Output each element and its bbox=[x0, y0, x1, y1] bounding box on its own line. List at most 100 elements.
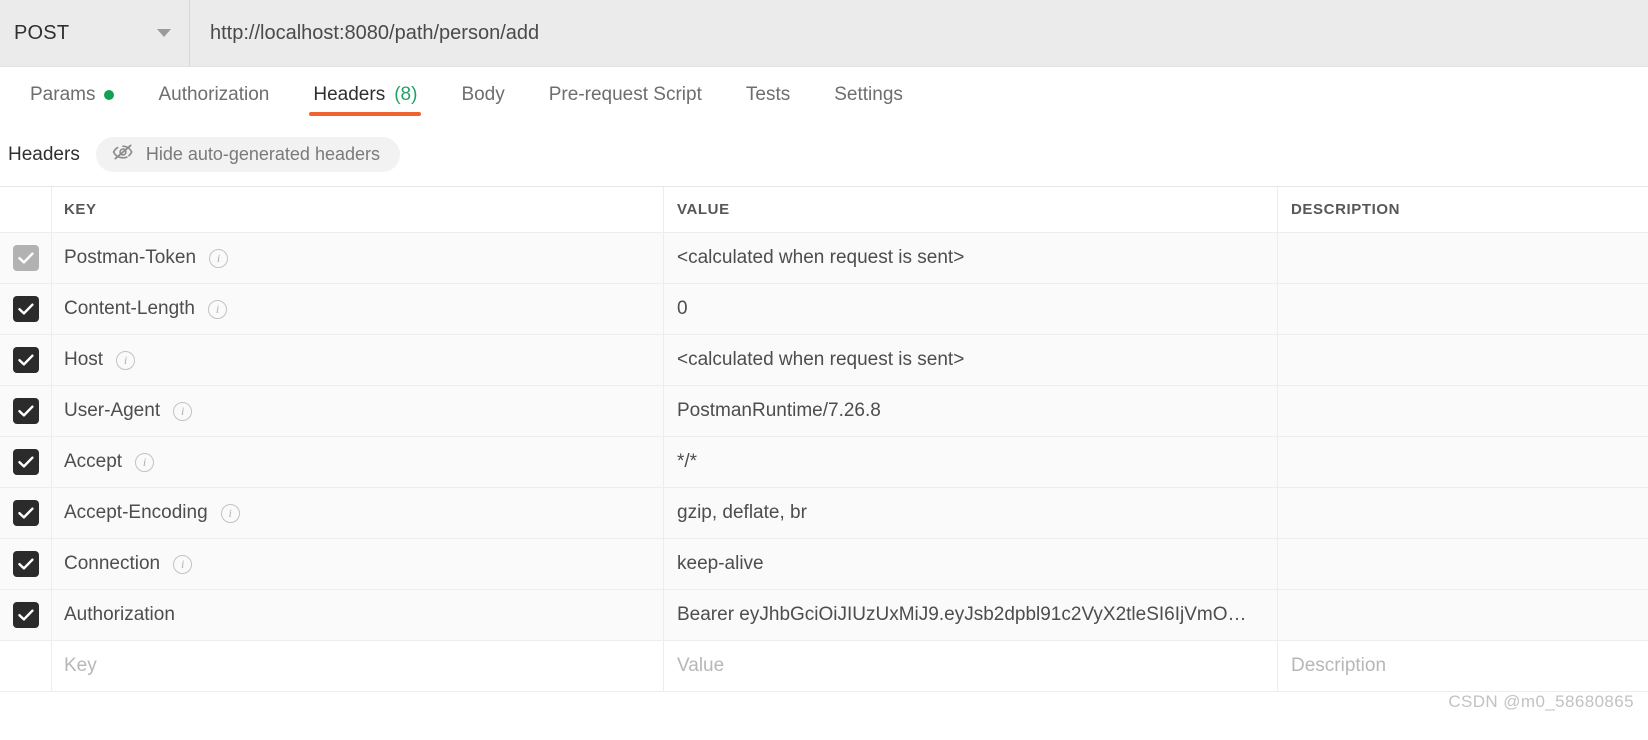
tab-settings[interactable]: Settings bbox=[812, 84, 925, 122]
row-key-text: Connection bbox=[64, 553, 161, 574]
row-description-cell[interactable] bbox=[1278, 488, 1648, 538]
table-row: User-Agent i PostmanRuntime/7.26.8 bbox=[0, 386, 1648, 437]
row-value-cell[interactable]: PostmanRuntime/7.26.8 bbox=[664, 386, 1278, 436]
row-value-cell[interactable]: <calculated when request is sent> bbox=[664, 335, 1278, 385]
url-text: http://localhost:8080/path/person/add bbox=[210, 21, 540, 44]
row-description-cell[interactable] bbox=[1278, 284, 1648, 334]
tab-body[interactable]: Body bbox=[439, 84, 526, 122]
hide-auto-generated-headers-label: Hide auto-generated headers bbox=[145, 144, 380, 164]
row-key-cell[interactable]: Postman-Token i bbox=[52, 233, 664, 283]
row-checkbox[interactable] bbox=[12, 296, 39, 322]
row-value-cell[interactable]: 0 bbox=[664, 284, 1278, 334]
tab-params[interactable]: Params bbox=[8, 84, 136, 122]
tab-tests-label: Tests bbox=[745, 84, 791, 105]
row-key-text: Postman-Token bbox=[64, 247, 197, 268]
row-key-text: Content-Length bbox=[64, 298, 195, 319]
new-row-value-cell[interactable]: Value bbox=[664, 641, 1278, 691]
info-icon[interactable]: i bbox=[116, 350, 136, 370]
info-icon[interactable]: i bbox=[209, 248, 229, 268]
row-checkbox[interactable] bbox=[12, 398, 39, 424]
tab-headers-count: (8) bbox=[394, 84, 418, 105]
row-checkbox-cell bbox=[0, 284, 52, 334]
column-header-description-label: DESCRIPTION bbox=[1291, 201, 1401, 218]
row-key-cell[interactable]: Accept-Encoding i bbox=[52, 488, 664, 538]
row-description-cell[interactable] bbox=[1278, 539, 1648, 589]
row-value-cell[interactable]: gzip, deflate, br bbox=[664, 488, 1278, 538]
row-checkbox-cell bbox=[0, 590, 52, 640]
headers-table-head: KEY VALUE DESCRIPTION bbox=[0, 187, 1648, 233]
tab-authorization[interactable]: Authorization bbox=[136, 84, 291, 122]
row-value-text: 0 bbox=[677, 298, 688, 319]
row-key-cell[interactable]: User-Agent i bbox=[52, 386, 664, 436]
chevron-down-icon bbox=[157, 29, 171, 37]
row-checkbox[interactable] bbox=[12, 347, 39, 373]
select-all-cell bbox=[0, 187, 52, 232]
http-method-select[interactable]: POST bbox=[0, 0, 190, 66]
info-icon[interactable]: i bbox=[135, 452, 155, 472]
column-header-value-label: VALUE bbox=[677, 201, 730, 218]
row-checkbox bbox=[12, 245, 39, 271]
headers-toolbar: Headers Hide auto-generated headers bbox=[0, 123, 1648, 186]
row-description-cell[interactable] bbox=[1278, 386, 1648, 436]
new-row-checkbox-cell bbox=[0, 641, 52, 691]
tab-params-label: Params bbox=[30, 84, 96, 105]
tab-headers-label: Headers bbox=[313, 84, 386, 105]
row-value-cell[interactable]: Bearer eyJhbGciOiJIUzUxMiJ9.eyJsb2dpbl91… bbox=[664, 590, 1278, 640]
row-checkbox-cell bbox=[0, 437, 52, 487]
row-key-cell[interactable]: Accept i bbox=[52, 437, 664, 487]
column-header-value: VALUE bbox=[664, 187, 1278, 232]
table-row: Connection i keep-alive bbox=[0, 539, 1648, 590]
url-input[interactable]: http://localhost:8080/path/person/add bbox=[190, 0, 1648, 66]
hide-auto-generated-headers-button[interactable]: Hide auto-generated headers bbox=[95, 137, 400, 172]
tab-headers[interactable]: Headers (8) bbox=[291, 84, 439, 122]
column-header-description: DESCRIPTION bbox=[1278, 187, 1648, 232]
row-key-cell[interactable]: Content-Length i bbox=[52, 284, 664, 334]
request-tabs: Params Authorization Headers (8) Body Pr… bbox=[0, 67, 1648, 123]
row-key-cell[interactable]: Host i bbox=[52, 335, 664, 385]
table-row: Postman-Token i <calculated when request… bbox=[0, 233, 1648, 284]
new-row-key-cell[interactable]: Key bbox=[52, 641, 664, 691]
table-new-row: Key Value Description bbox=[0, 641, 1648, 692]
tab-pre-request-script-label: Pre-request Script bbox=[548, 84, 702, 105]
table-row: Accept-Encoding i gzip, deflate, br bbox=[0, 488, 1648, 539]
tab-tests[interactable]: Tests bbox=[724, 84, 812, 122]
row-value-text: <calculated when request is sent> bbox=[677, 247, 965, 268]
row-checkbox[interactable] bbox=[12, 602, 39, 628]
row-key-cell[interactable]: Connection i bbox=[52, 539, 664, 589]
info-icon[interactable]: i bbox=[173, 554, 193, 574]
row-value-cell[interactable]: keep-alive bbox=[664, 539, 1278, 589]
row-value-text: keep-alive bbox=[677, 553, 764, 574]
row-description-cell[interactable] bbox=[1278, 437, 1648, 487]
postman-request-pane: POST http://localhost:8080/path/person/a… bbox=[0, 0, 1648, 740]
row-checkbox-cell bbox=[0, 488, 52, 538]
tab-settings-label: Settings bbox=[834, 84, 903, 105]
tab-pre-request-script[interactable]: Pre-request Script bbox=[527, 84, 724, 122]
column-header-key-label: KEY bbox=[64, 201, 97, 218]
row-checkbox-cell bbox=[0, 335, 52, 385]
row-description-cell[interactable] bbox=[1278, 233, 1648, 283]
row-description-cell[interactable] bbox=[1278, 590, 1648, 640]
new-row-description-placeholder: Description bbox=[1291, 655, 1387, 676]
row-key-cell[interactable]: Authorization bbox=[52, 590, 664, 640]
info-icon[interactable]: i bbox=[173, 401, 193, 421]
row-value-cell[interactable]: */* bbox=[664, 437, 1278, 487]
table-row: Authorization Bearer eyJhbGciOiJIUzUxMiJ… bbox=[0, 590, 1648, 641]
headers-table: KEY VALUE DESCRIPTION Postman-Token i <c… bbox=[0, 186, 1648, 692]
row-value-cell[interactable]: <calculated when request is sent> bbox=[664, 233, 1278, 283]
row-key-text: Host bbox=[64, 349, 104, 370]
new-row-value-placeholder: Value bbox=[677, 655, 725, 676]
row-checkbox-cell bbox=[0, 386, 52, 436]
row-description-cell[interactable] bbox=[1278, 335, 1648, 385]
row-checkbox[interactable] bbox=[12, 449, 39, 475]
table-row: Accept i */* bbox=[0, 437, 1648, 488]
row-checkbox[interactable] bbox=[12, 500, 39, 526]
new-row-description-cell[interactable]: Description bbox=[1278, 641, 1648, 691]
info-icon[interactable]: i bbox=[220, 503, 240, 523]
row-key-text: Accept bbox=[64, 451, 123, 472]
row-value-text: */* bbox=[677, 451, 698, 472]
row-value-text: PostmanRuntime/7.26.8 bbox=[677, 400, 881, 421]
headers-section-title: Headers bbox=[8, 143, 80, 165]
info-icon[interactable]: i bbox=[208, 299, 227, 319]
row-key-text: Accept-Encoding bbox=[64, 502, 208, 523]
row-checkbox[interactable] bbox=[12, 551, 39, 577]
